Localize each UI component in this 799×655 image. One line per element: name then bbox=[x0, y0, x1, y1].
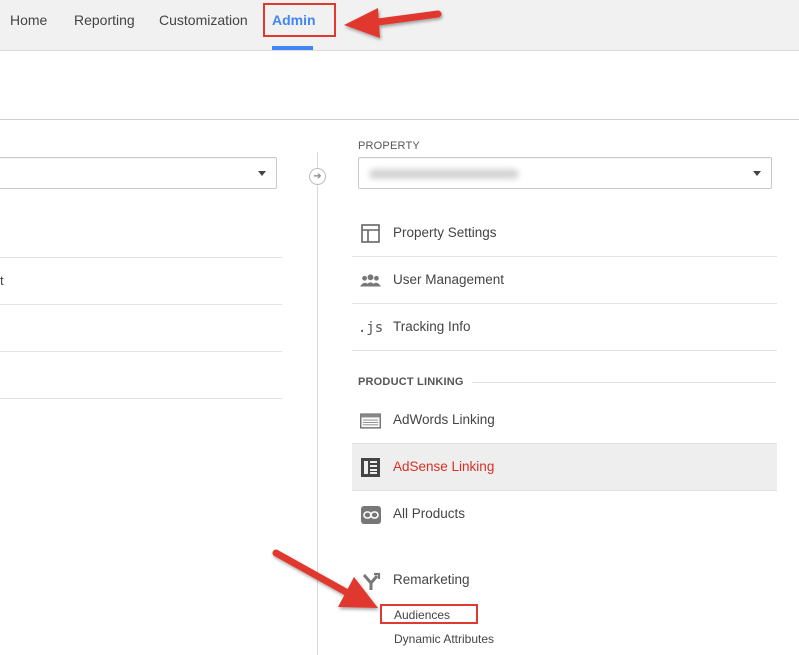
menu-item-label: AdWords Linking bbox=[393, 412, 495, 427]
users-icon bbox=[360, 270, 381, 291]
menu-item-label: AdSense Linking bbox=[393, 459, 495, 474]
adsense-icon bbox=[360, 457, 381, 478]
chevron-down-icon bbox=[258, 171, 266, 176]
active-tab-indicator bbox=[272, 46, 313, 50]
menu-item-tracking-info[interactable]: .js Tracking Info bbox=[352, 304, 777, 351]
property-settings-icon bbox=[360, 223, 381, 244]
link-icon bbox=[360, 504, 381, 525]
header-divider bbox=[0, 119, 799, 120]
account-row-divider bbox=[0, 257, 282, 258]
section-divider bbox=[472, 382, 776, 383]
product-linking-label: PRODUCT LINKING bbox=[358, 376, 464, 388]
account-row-divider bbox=[0, 304, 282, 305]
menu-item-label: Remarketing bbox=[393, 572, 470, 587]
top-nav-bar: Home Reporting Customization Admin bbox=[0, 0, 799, 51]
tab-reporting[interactable]: Reporting bbox=[74, 0, 135, 51]
arrow-right-icon[interactable]: ➔ bbox=[309, 168, 326, 185]
menu-item-adsense-linking[interactable]: AdSense Linking bbox=[352, 444, 777, 491]
menu-item-label: Property Settings bbox=[393, 225, 497, 240]
menu-item-remarketing[interactable]: Remarketing bbox=[352, 557, 777, 604]
property-select[interactable] bbox=[358, 157, 772, 189]
menu-item-property-settings[interactable]: Property Settings bbox=[352, 210, 777, 257]
audiences-highlight-box bbox=[380, 604, 478, 624]
menu-item-user-management[interactable]: User Management bbox=[352, 257, 777, 304]
tab-customization[interactable]: Customization bbox=[159, 0, 248, 51]
menu-item-all-products[interactable]: All Products bbox=[352, 491, 777, 538]
account-select[interactable] bbox=[0, 157, 277, 189]
column-separator bbox=[317, 152, 318, 655]
menu-item-label: Tracking Info bbox=[393, 319, 471, 334]
property-label: PROPERTY bbox=[358, 140, 420, 152]
account-item-label[interactable]: t bbox=[0, 273, 4, 288]
property-select-value bbox=[369, 169, 519, 179]
menu-item-label: All Products bbox=[393, 506, 466, 521]
chevron-down-icon bbox=[753, 171, 761, 176]
adwords-icon bbox=[360, 410, 381, 431]
account-row-divider bbox=[0, 398, 282, 399]
admin-highlight-box bbox=[263, 3, 336, 37]
remarketing-icon bbox=[360, 570, 381, 591]
dynamic-attributes-link[interactable]: Dynamic Attributes bbox=[394, 632, 494, 646]
menu-item-adwords-linking[interactable]: AdWords Linking bbox=[352, 397, 777, 444]
js-icon: .js bbox=[357, 319, 384, 336]
menu-item-label: User Management bbox=[393, 272, 505, 287]
account-row-divider bbox=[0, 351, 282, 352]
tab-home[interactable]: Home bbox=[10, 0, 47, 51]
